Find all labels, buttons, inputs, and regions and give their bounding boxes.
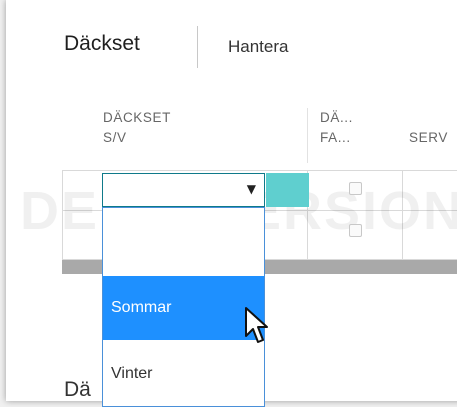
column-header-line: S/V <box>103 130 127 145</box>
tab-hantera[interactable]: Hantera <box>228 37 288 57</box>
row-selected-cell[interactable] <box>266 173 309 207</box>
grid-line <box>62 170 457 171</box>
column-header-line: DÄCKSET <box>103 110 171 125</box>
mouse-pointer-icon <box>245 307 268 343</box>
row-1-checkbox[interactable] <box>349 182 362 195</box>
option-vinter[interactable]: Vinter <box>103 356 264 392</box>
tab-divider <box>197 26 198 68</box>
dropdown-arrow-icon[interactable]: ▼ <box>247 182 256 196</box>
column-header-line: FA... <box>320 130 351 145</box>
column-header-dackset-sv[interactable]: DÄCKSET S/V <box>103 108 171 148</box>
option-sommar[interactable]: Sommar <box>103 276 264 340</box>
column-header-da-fa[interactable]: DÄ... FA... <box>320 108 353 148</box>
column-header-serv[interactable]: SERV <box>409 128 448 148</box>
grid-line <box>402 170 403 260</box>
grid-line <box>62 170 63 260</box>
section-title-partial: Dä <box>64 378 91 401</box>
option-empty[interactable] <box>103 208 264 274</box>
column-separator <box>307 108 308 163</box>
dackset-sv-select[interactable]: ▼ <box>102 173 265 207</box>
row-2-checkbox[interactable] <box>349 224 362 237</box>
column-header-line: DÄ... <box>320 110 354 125</box>
tab-dackset[interactable]: Däckset <box>64 32 140 56</box>
dackset-sv-dropdown-list: Sommar Vinter <box>102 207 265 407</box>
